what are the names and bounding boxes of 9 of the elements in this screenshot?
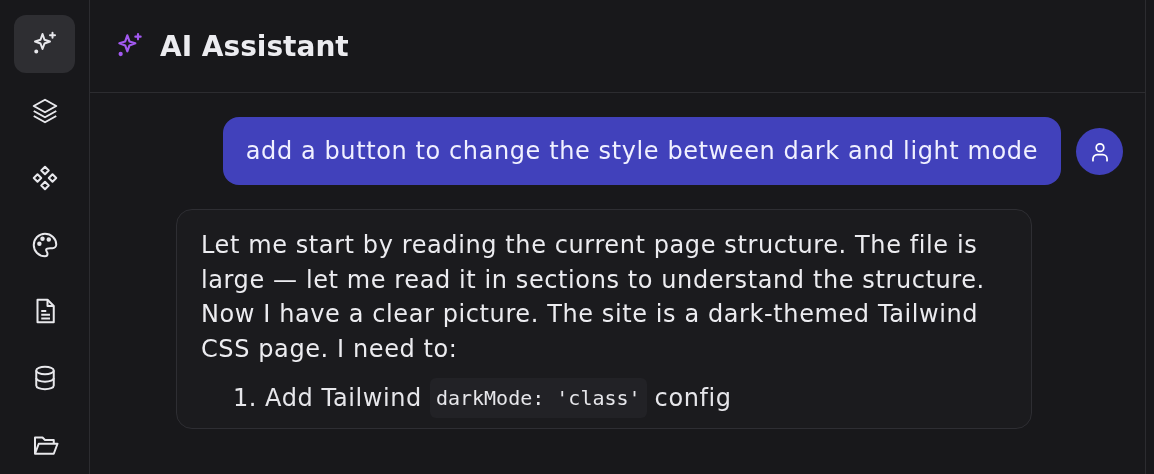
user-avatar-icon [1076, 128, 1123, 175]
step-text: config [654, 383, 732, 414]
user-message: add a button to change the style between dark and light mode [222, 117, 1061, 185]
sidebar-button[interactable] [14, 15, 75, 73]
panel-title: AI Assistant [160, 29, 349, 63]
step-number: 1. [233, 383, 258, 414]
step-text: Add Tailwind [265, 383, 422, 414]
message-paragraph: Let me start by reading the current page structure. The file is large — let me read it in sections to understand the structure. Now I have a clear picture. The site is a dark-themed Tailwind CSS page. I need to: [201, 230, 986, 365]
inline-code: darkMode: 'class' [429, 378, 647, 418]
